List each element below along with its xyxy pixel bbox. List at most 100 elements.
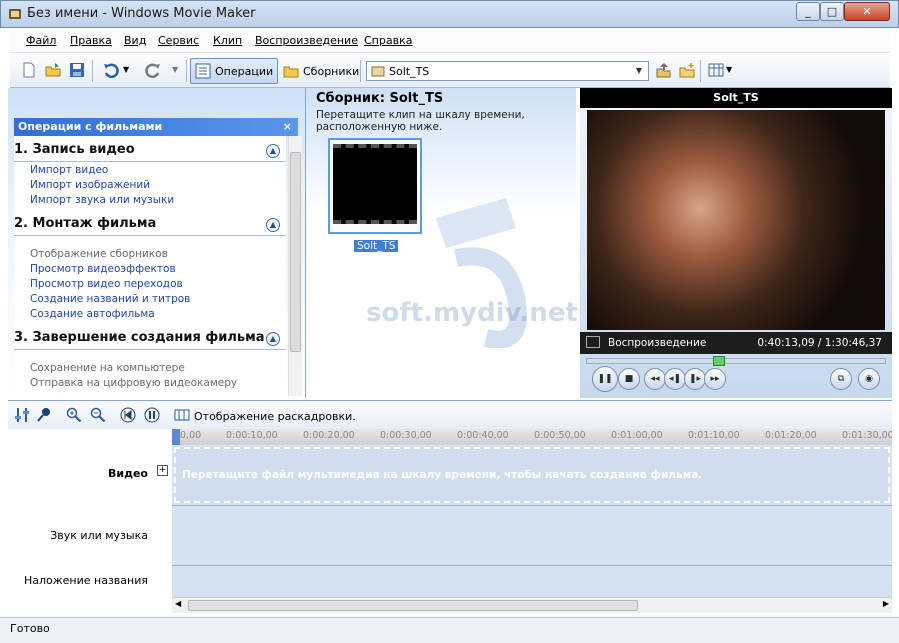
link-import-audio[interactable]: Импорт звука или музыки — [30, 194, 174, 206]
scrollbar-thumb[interactable] — [290, 152, 301, 352]
collection-pane: Сборник: Solt_TS Перетащите клип на шкал… — [306, 88, 578, 398]
toolbar-separator — [700, 60, 701, 82]
link-save-to-computer[interactable]: Сохранение на компьютере — [30, 362, 185, 374]
audio-track[interactable] — [172, 505, 892, 565]
movie-tasks-list: 1. Запись видео ▲ Импорт видео Импорт из… — [14, 136, 286, 396]
take-picture-button[interactable]: ◉ — [858, 368, 880, 390]
operations-icon — [195, 63, 211, 79]
ruler-tick: 0:00:50,00 — [534, 430, 586, 441]
seek-bar[interactable] — [586, 356, 886, 366]
new-project-icon[interactable] — [20, 61, 38, 79]
clip-name[interactable]: Solt_TS — [354, 240, 399, 252]
section-capture-video[interactable]: 1. Запись видео ▲ — [14, 142, 286, 162]
ruler-tick: 0:01:20,00 — [765, 430, 817, 441]
expand-video-track-icon[interactable]: + — [157, 465, 168, 476]
open-project-icon[interactable] — [44, 61, 62, 79]
menu-clip[interactable]: Клип — [213, 34, 242, 47]
menu-tools[interactable]: Сервис — [158, 34, 199, 47]
fast-forward-button[interactable]: ▸▸ — [704, 368, 726, 390]
storyboard-icon[interactable] — [174, 408, 190, 422]
redo-dropdown-icon[interactable]: ▼ — [172, 65, 178, 74]
section-edit-movie[interactable]: 2. Монтаж фильма ▲ — [14, 216, 286, 236]
link-make-titles[interactable]: Создание названий и титров — [30, 293, 190, 305]
link-import-video[interactable]: Импорт видео — [30, 164, 108, 176]
collapse-chevron-icon[interactable]: ▲ — [266, 332, 280, 346]
ruler-tick: 0:01:30,00 — [842, 430, 892, 441]
collapse-chevron-icon[interactable]: ▲ — [266, 144, 280, 158]
video-frame — [587, 110, 885, 330]
timeline: Отображение раскадровки. 0,00 0:00:10,00… — [8, 400, 892, 615]
title-overlay-track[interactable] — [172, 565, 892, 597]
link-send-to-camera[interactable]: Отправка на цифровую видеокамеру — [30, 377, 237, 389]
close-tasks-pane-button[interactable]: × — [283, 118, 292, 136]
minimize-button[interactable]: _ — [796, 2, 820, 21]
operations-button[interactable]: Операции — [190, 58, 279, 84]
video-track-drop-zone[interactable]: Перетащите файл мультимедиа на шкалу вре… — [174, 447, 890, 503]
menu-file[interactable]: Файл — [26, 34, 56, 47]
monitor-icon — [586, 336, 600, 348]
zoom-out-icon[interactable] — [90, 407, 106, 423]
show-storyboard-label[interactable]: Отображение раскадровки. — [194, 410, 356, 423]
timeline-ruler[interactable]: 0,00 0:00:10,00 0:00:20,00 0:00:30,00 0:… — [172, 429, 892, 445]
menu-help[interactable]: Справка — [364, 34, 412, 47]
redo-icon[interactable] — [144, 61, 162, 79]
timeline-tracks[interactable]: Перетащите файл мультимедиа на шкалу вре… — [172, 445, 892, 613]
menu-view[interactable]: Вид — [124, 34, 146, 47]
close-window-button[interactable]: ✕ — [844, 2, 890, 21]
collection-dropdown[interactable]: Solt_TS ▼ — [366, 61, 649, 81]
collections-button[interactable]: Сборники — [278, 58, 364, 84]
ruler-tick: 0:01:10,00 — [688, 430, 740, 441]
up-one-level-icon[interactable] — [654, 61, 672, 79]
playback-time: 0:40:13,09 / 1:30:46,37 — [757, 337, 882, 349]
next-frame-button[interactable]: ❚▸ — [684, 368, 706, 390]
rewind-button[interactable]: ◂◂ — [644, 368, 666, 390]
undo-dropdown-icon[interactable]: ▼ — [123, 65, 129, 74]
seek-slider-thumb[interactable] — [713, 356, 725, 366]
link-import-pictures[interactable]: Импорт изображений — [30, 179, 150, 191]
collapse-chevron-icon[interactable]: ▲ — [266, 218, 280, 232]
link-automovie[interactable]: Создание автофильма — [30, 308, 155, 320]
narrate-timeline-icon[interactable] — [36, 407, 52, 423]
zoom-in-icon[interactable] — [66, 407, 82, 423]
previous-frame-button[interactable]: ◂❚ — [664, 368, 686, 390]
ruler-tick: 0:00:30,00 — [380, 430, 432, 441]
stop-button[interactable]: ■ — [618, 368, 640, 390]
menu-playback[interactable]: Воспроизведение — [255, 34, 358, 47]
set-audio-levels-icon[interactable] — [14, 407, 30, 423]
undo-icon[interactable] — [102, 61, 120, 79]
collection-dropdown-value: Solt_TS — [389, 64, 430, 78]
ruler-tick: 0:00:20,00 — [303, 430, 355, 441]
split-clip-button[interactable]: ⧉ — [830, 368, 852, 390]
menu-bar: Файл Правка Вид Сервис Клип Воспроизведе… — [10, 29, 890, 53]
link-view-effects[interactable]: Просмотр видеоэффектов — [30, 263, 176, 275]
status-text: Готово — [10, 622, 50, 635]
collection-hint: Перетащите клип на шкалу времени, распол… — [316, 109, 525, 133]
play-timeline-icon[interactable] — [144, 407, 160, 423]
scrollbar-thumb[interactable] — [188, 600, 638, 611]
toolbar-separator — [360, 60, 361, 82]
ruler-tick: 0:00:40,00 — [457, 430, 509, 441]
pause-button[interactable]: ❚❚ — [592, 366, 618, 392]
maximize-button[interactable]: □ — [820, 2, 844, 21]
section-finish-movie[interactable]: 3. Завершение создания фильма ▲ — [14, 330, 286, 350]
rewind-timeline-icon[interactable] — [120, 407, 136, 423]
track-labels: Видео + Звук или музыка Наложение назван… — [8, 445, 172, 613]
window-title: Без имени - Windows Movie Maker — [27, 6, 256, 21]
toolbar-separator — [92, 60, 93, 82]
views-icon[interactable] — [707, 61, 725, 79]
views-dropdown-icon[interactable]: ▼ — [726, 65, 732, 74]
clip-thumbnail[interactable] — [328, 138, 422, 234]
tasks-scrollbar[interactable] — [288, 136, 302, 396]
preview-status-bar: Воспроизведение 0:40:13,09 / 1:30:46,37 — [580, 332, 892, 354]
menu-edit[interactable]: Правка — [70, 34, 112, 47]
new-collection-folder-icon[interactable] — [678, 61, 696, 79]
link-view-transitions[interactable]: Просмотр видео переходов — [30, 278, 183, 290]
scroll-right-icon[interactable]: ▶ — [883, 599, 889, 608]
scroll-left-icon[interactable]: ◀ — [175, 599, 181, 608]
track-label-video: Видео — [108, 467, 148, 480]
link-show-collections[interactable]: Отображение сборников — [30, 248, 168, 260]
title-bar: Без имени - Windows Movie Maker _ □ ✕ — [0, 0, 899, 28]
playhead-marker[interactable] — [172, 429, 180, 445]
timeline-scrollbar[interactable]: ◀ ▶ — [172, 597, 892, 613]
save-project-icon[interactable] — [68, 61, 86, 79]
